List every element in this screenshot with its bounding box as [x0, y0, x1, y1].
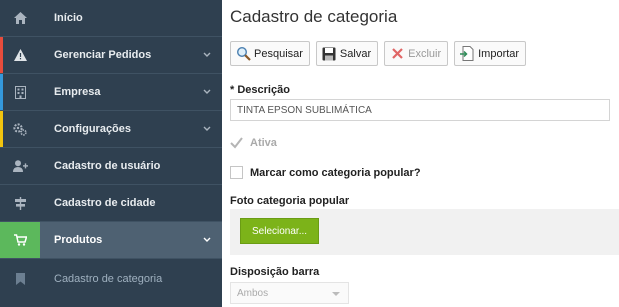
- delete-button-label: Excluir: [408, 47, 442, 60]
- popular-checkbox-row[interactable]: Marcar como categoria popular?: [230, 166, 421, 179]
- sidebar-item-produtos[interactable]: Produtos: [0, 222, 222, 259]
- chevron-down-icon: [192, 89, 222, 95]
- sidebar-item-gerenciar-pedidos[interactable]: Gerenciar Pedidos: [0, 37, 222, 74]
- sidebar-accent: [0, 37, 3, 73]
- search-button-label: Pesquisar: [254, 47, 303, 60]
- sidebar-item-label: Cadastro de usuário: [54, 160, 161, 172]
- sidebar-accent: [0, 111, 3, 147]
- dropdown-caret-icon: [332, 292, 340, 296]
- magnifier-icon: [235, 46, 251, 62]
- disposicao-select[interactable]: Ambos: [230, 282, 349, 304]
- sidebar-item-label: Início: [54, 12, 83, 24]
- save-button[interactable]: Salvar: [315, 41, 379, 66]
- popular-label: Marcar como categoria popular?: [250, 166, 421, 179]
- ativa-checkbox[interactable]: [230, 136, 243, 149]
- main-content: Cadastro de categoria Pesquisar Salvar E…: [222, 0, 619, 307]
- sidebar-item-label: Configurações: [54, 123, 132, 135]
- delete-button[interactable]: Excluir: [384, 41, 449, 66]
- floppy-disk-icon: [321, 46, 337, 62]
- import-button[interactable]: Importar: [454, 41, 527, 66]
- import-document-icon: [459, 46, 475, 62]
- descricao-value: TINTA EPSON SUBLIMÁTICA: [237, 104, 372, 116]
- foto-panel: Selecionar...: [230, 209, 619, 255]
- building-icon: [0, 85, 40, 99]
- chevron-down-icon: [192, 237, 222, 243]
- disposicao-label: Disposição barra: [230, 266, 320, 278]
- sidebar-subitem-label: Cadastro de categoria: [54, 273, 163, 285]
- signpost-icon: [0, 196, 40, 210]
- sidebar-item-configuracoes[interactable]: Configurações: [0, 111, 222, 148]
- cart-icon: [0, 222, 40, 258]
- close-icon: [389, 46, 405, 62]
- sidebar-item-label: Produtos: [54, 234, 103, 246]
- home-icon: [0, 12, 40, 24]
- sidebar-item-cadastro-usuario[interactable]: Cadastro de usuário: [0, 148, 222, 185]
- sidebar-accent: [0, 74, 3, 110]
- foto-label: Foto categoria popular: [230, 195, 350, 207]
- checkmark-icon: [230, 136, 243, 149]
- chevron-down-icon: [192, 126, 222, 132]
- sidebar-item-empresa[interactable]: Empresa: [0, 74, 222, 111]
- search-button[interactable]: Pesquisar: [230, 41, 310, 66]
- popular-checkbox[interactable]: [230, 166, 243, 179]
- import-button-label: Importar: [478, 47, 520, 60]
- ativa-label: Ativa: [250, 136, 277, 149]
- sidebar-subitem-cadastro-categoria[interactable]: Cadastro de categoria: [0, 259, 222, 299]
- sidebar-item-cadastro-cidade[interactable]: Cadastro de cidade: [0, 185, 222, 222]
- warning-icon: [0, 49, 40, 61]
- select-file-button[interactable]: Selecionar...: [240, 218, 320, 244]
- descricao-label: * Descrição: [230, 84, 290, 96]
- chevron-down-icon: [192, 52, 222, 58]
- sidebar-item-label: Gerenciar Pedidos: [54, 49, 152, 61]
- sidebar-item-label: Cadastro de cidade: [54, 197, 156, 209]
- toolbar: Pesquisar Salvar Excluir Importar: [230, 41, 527, 66]
- descricao-input[interactable]: TINTA EPSON SUBLIMÁTICA: [230, 99, 610, 121]
- user-add-icon: [0, 160, 40, 172]
- ativa-checkbox-row[interactable]: Ativa: [230, 136, 277, 149]
- disposicao-value: Ambos: [237, 287, 269, 299]
- bookmark-icon: [0, 273, 40, 285]
- sidebar-item-label: Empresa: [54, 86, 101, 98]
- sidebar: Início Gerenciar Pedidos Empresa Configu…: [0, 0, 222, 307]
- save-button-label: Salvar: [339, 47, 372, 60]
- page-title: Cadastro de categoria: [230, 7, 398, 26]
- sidebar-item-inicio[interactable]: Início: [0, 0, 222, 37]
- gears-icon: [0, 122, 40, 136]
